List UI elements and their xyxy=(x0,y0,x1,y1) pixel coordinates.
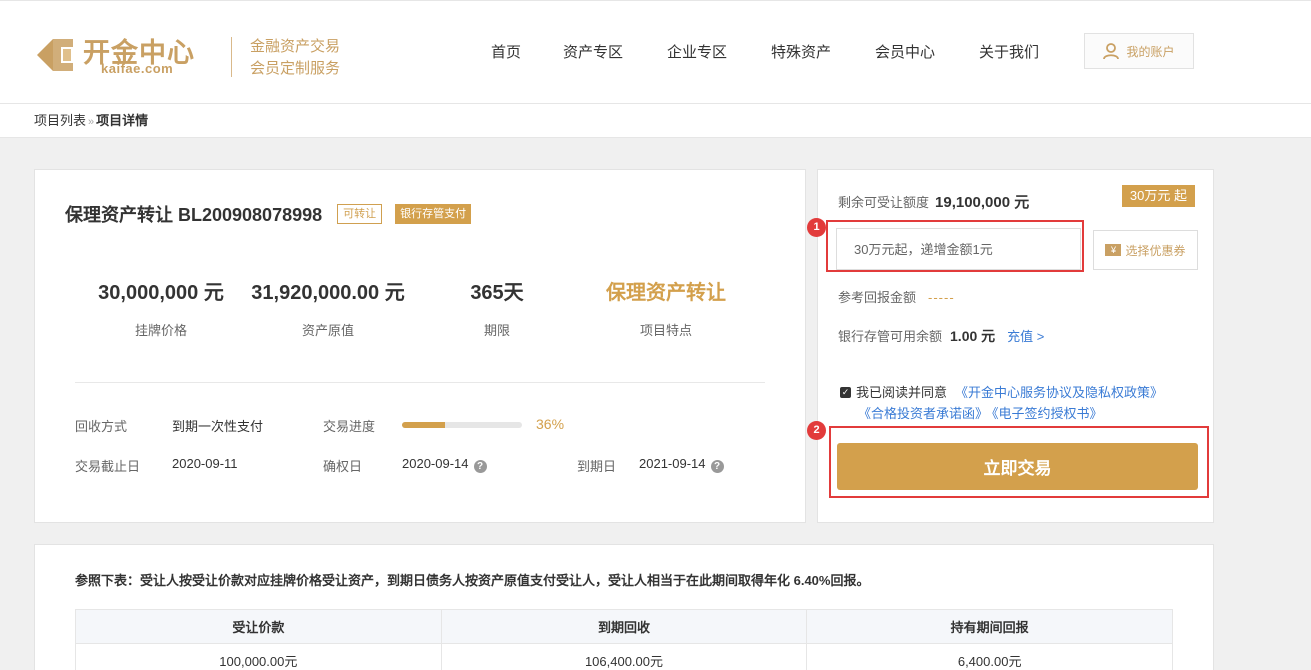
site-header: 开金中心 kaifae.com 金融资产交易 会员定制服务 首页 资产专区 企业… xyxy=(0,0,1311,104)
remaining-quota: 剩余可受让额度 19,100,000 元 xyxy=(838,191,1029,212)
deadline-label: 交易截止日 xyxy=(75,459,141,474)
breadcrumb: 项目列表» 项目详情 xyxy=(0,104,1311,138)
progress-bar-fill xyxy=(402,422,446,428)
table-cell: 106,400.00元 xyxy=(440,643,808,670)
expire-date: 2021-09-14? xyxy=(639,456,724,473)
breadcrumb-separator: » xyxy=(88,116,95,128)
divider xyxy=(75,382,765,383)
project-title: 保理资产转让 BL200908078998 xyxy=(65,205,323,225)
stat-value: 30,000,000 元 xyxy=(98,282,224,304)
stat-term: 365天 期限 xyxy=(447,280,547,339)
confirm-date-label: 确权日 xyxy=(323,459,363,474)
agree-text: 我已阅读并同意 xyxy=(856,385,948,400)
annotation-box-amount xyxy=(826,220,1084,272)
annotation-box-trade xyxy=(829,426,1209,498)
reference-panel: 参照下表：受让人按受让价款对应挂牌价格受让资产，到期日债务人按资产原值支付受让人… xyxy=(34,544,1214,670)
agreement-row: ✓ 我已阅读并同意 《开金中心服务协议及隐私权政策》 xyxy=(840,382,1210,403)
table-cell: 100,000.00元 xyxy=(75,643,442,670)
available-balance-value: 1.00 元 xyxy=(950,328,996,344)
table-row: 100,000.00元 106,400.00元 6,400.00元 xyxy=(75,643,1173,670)
remaining-quota-label: 剩余可受让额度 xyxy=(838,195,930,210)
stat-value: 保理资产转让 xyxy=(606,282,726,304)
confirm-date: 2020-09-14? xyxy=(402,456,487,473)
table-cell: 6,400.00元 xyxy=(806,643,1173,670)
stat-label: 资产原值 xyxy=(301,323,354,338)
stat-value: 365天 xyxy=(470,282,524,304)
my-account-button[interactable]: 我的账户 xyxy=(1084,33,1194,69)
available-balance: 银行存管可用余额 1.00 元充值 > xyxy=(838,326,1044,346)
reference-return-label: 参考回报金额 xyxy=(838,290,917,305)
bank-custody-badge: 银行存管支付 xyxy=(395,204,472,224)
recharge-link[interactable]: 充值 > xyxy=(1007,329,1044,344)
stat-value: 31,920,000.00 元 xyxy=(251,282,405,304)
site-logo[interactable]: 开金中心 kaifae.com xyxy=(33,31,205,79)
stat-label: 挂牌价格 xyxy=(134,323,187,338)
stat-label: 项目特点 xyxy=(639,323,692,338)
logo-divider xyxy=(231,37,232,77)
slogan: 金融资产交易 会员定制服务 xyxy=(250,36,340,80)
nav-member-center[interactable]: 会员中心 xyxy=(875,41,935,62)
nav-special-assets[interactable]: 特殊资产 xyxy=(771,41,831,62)
logo-mark-icon xyxy=(37,39,73,71)
progress-percent: 36% xyxy=(536,416,565,432)
investor-commitment-link[interactable]: 《合格投资者承诺函》 xyxy=(858,406,988,421)
nav-home[interactable]: 首页 xyxy=(491,41,521,62)
confirm-date-value: 2020-09-14 xyxy=(402,456,469,471)
annotation-marker-1: 1 xyxy=(807,218,826,237)
remaining-quota-value: 19,100,000 元 xyxy=(935,194,1030,211)
slogan-line-1: 金融资产交易 xyxy=(250,38,341,55)
e-sign-authorization-link[interactable]: 《电子签约授权书》 xyxy=(992,406,1103,421)
progress-label: 交易进度 xyxy=(323,419,376,434)
stat-feature: 保理资产转让 项目特点 xyxy=(596,280,736,339)
stat-label: 期限 xyxy=(483,323,510,338)
service-agreement-link[interactable]: 《开金中心服务协议及隐私权政策》 xyxy=(955,382,1163,403)
reference-return-value: ----- xyxy=(928,290,955,305)
project-info-panel: 保理资产转让 BL200908078998 可转让 银行存管支付 30,000,… xyxy=(34,169,806,523)
yen-icon: ¥ xyxy=(1105,244,1122,256)
repay-method-label: 回收方式 xyxy=(75,419,128,434)
agreement-section: ✓ 我已阅读并同意 《开金中心服务协议及隐私权政策》 《合格投资者承诺函》 《电子… xyxy=(840,382,1210,424)
table-header: 受让价款 xyxy=(75,609,442,644)
logo-domain: kaifae.com xyxy=(101,61,174,76)
expire-date-label: 到期日 xyxy=(577,459,617,474)
user-icon xyxy=(1103,42,1120,59)
expire-date-value: 2021-09-14 xyxy=(639,456,706,471)
annotation-marker-2: 2 xyxy=(807,421,826,440)
progress-bar xyxy=(402,422,522,428)
nav-about-us[interactable]: 关于我们 xyxy=(979,41,1039,62)
my-account-label: 我的账户 xyxy=(1126,44,1175,59)
available-balance-label: 银行存管可用余额 xyxy=(838,329,943,344)
nav-assets[interactable]: 资产专区 xyxy=(563,41,623,62)
agreement-row: 《合格投资者承诺函》 《电子签约授权书》 xyxy=(840,403,1210,424)
breadcrumb-project-list[interactable]: 项目列表 xyxy=(34,113,86,128)
table-header: 到期回收 xyxy=(440,609,808,644)
select-coupon-button[interactable]: ¥ 选择优惠券 xyxy=(1093,230,1198,270)
slogan-line-2: 会员定制服务 xyxy=(250,60,341,77)
minimum-amount-tag: 30万元 起 xyxy=(1121,185,1195,207)
checkbox-checked-icon[interactable]: ✓ xyxy=(840,387,851,398)
table-header-row: 受让价款 到期回收 持有期间回报 xyxy=(75,609,1173,644)
reference-return: 参考回报金额 ----- xyxy=(838,287,955,306)
table-header: 持有期间回报 xyxy=(806,609,1173,644)
reference-table: 受让价款 到期回收 持有期间回报 100,000.00元 106,400.00元… xyxy=(75,609,1173,670)
nav-enterprise[interactable]: 企业专区 xyxy=(667,41,727,62)
title-row: 保理资产转让 BL200908078998 可转让 银行存管支付 xyxy=(65,201,472,227)
help-icon[interactable]: ? xyxy=(710,460,724,473)
select-coupon-label: 选择优惠券 xyxy=(1125,243,1186,258)
breadcrumb-current: 项目详情 xyxy=(96,113,149,128)
stat-original-value: 31,920,000.00 元 资产原值 xyxy=(243,280,413,339)
deadline-value: 2020-09-11 xyxy=(172,456,238,471)
reference-note: 参照下表：受让人按受让价款对应挂牌价格受让资产，到期日债务人按资产原值支付受让人… xyxy=(75,573,870,588)
stat-listing-price: 30,000,000 元 挂牌价格 xyxy=(91,280,231,339)
help-icon[interactable]: ? xyxy=(473,460,487,473)
repay-method-value: 到期一次性支付 xyxy=(172,419,264,434)
transferable-badge: 可转让 xyxy=(337,204,383,224)
